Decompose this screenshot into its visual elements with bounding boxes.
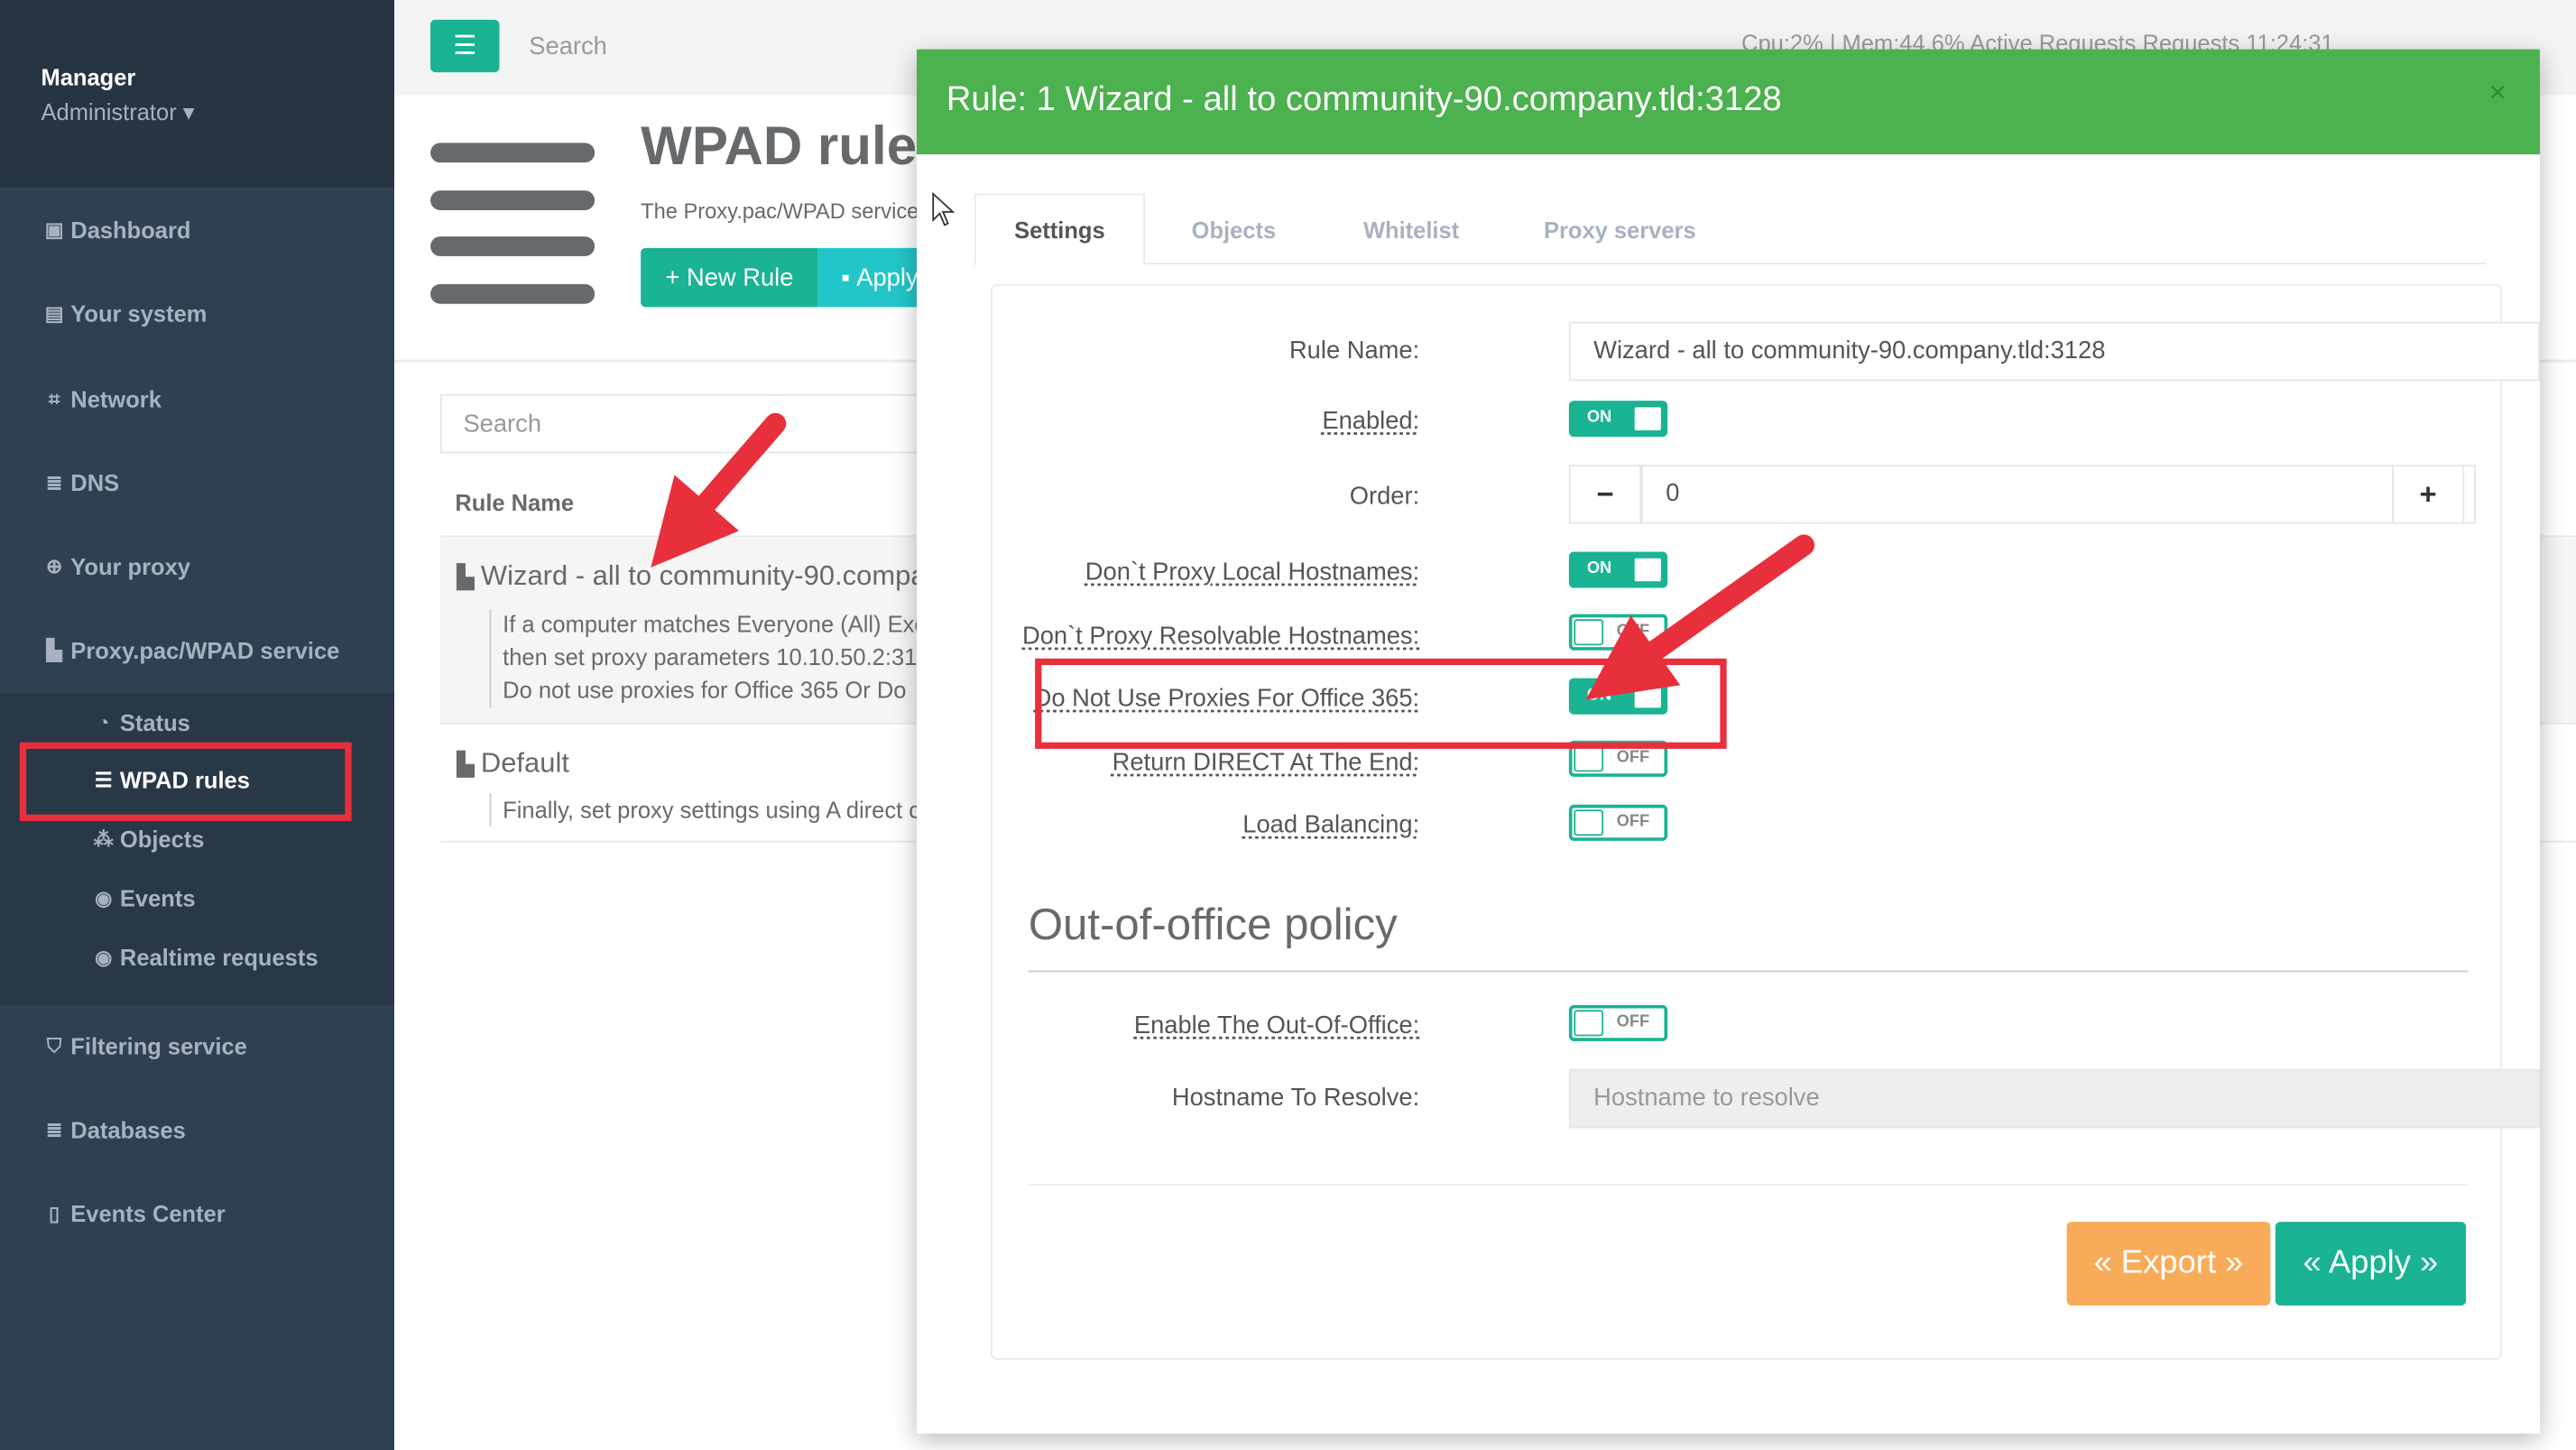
arrow-icon — [1585, 534, 1815, 700]
annotation-arrows — [651, 191, 1815, 700]
arrow-icon — [651, 412, 787, 568]
app-screen: Manager Administrator ▾ ▣ Dashboard ▤ Yo… — [0, 0, 2576, 1450]
mouse-cursor-icon — [932, 191, 956, 226]
